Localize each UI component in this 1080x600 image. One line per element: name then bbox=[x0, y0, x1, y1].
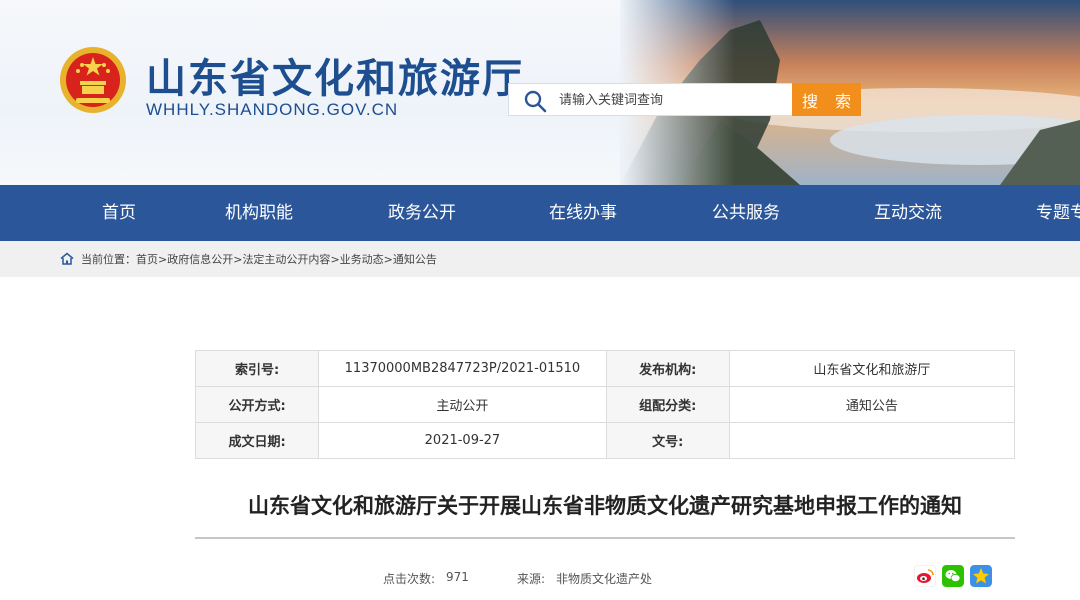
breadcrumb-link-home[interactable]: 首页 bbox=[136, 253, 158, 266]
national-emblem-icon bbox=[60, 47, 126, 113]
source-label: 来源: bbox=[517, 572, 546, 586]
article-title: 山东省文化和旅游厅关于开展山东省非物质文化遗产研究基地申报工作的通知 bbox=[248, 494, 962, 518]
breadcrumb-bar: 当前位置：首页>政府信息公开>法定主动公开内容>业务动态>通知公告 bbox=[0, 241, 1080, 277]
clicks-count: 971 bbox=[446, 570, 469, 584]
breadcrumb-link-notices[interactable]: 通知公告 bbox=[393, 253, 437, 266]
site-title: 山东省文化和旅游厅 bbox=[146, 56, 524, 102]
site-header: 山东省文化和旅游厅 WHHLY.SHANDONG.GOV.CN 搜 索 bbox=[0, 0, 1080, 185]
clicks-label: 点击次数: bbox=[383, 572, 436, 586]
search-box bbox=[508, 83, 792, 116]
doc-number-label: 文号: bbox=[605, 422, 730, 459]
nav-item-online-services[interactable]: 在线办事 bbox=[549, 185, 617, 241]
weibo-icon[interactable] bbox=[914, 565, 936, 587]
search-button[interactable]: 搜 索 bbox=[792, 83, 861, 116]
qzone-icon[interactable] bbox=[970, 565, 992, 587]
nav-item-public-services[interactable]: 公共服务 bbox=[712, 185, 780, 241]
breadcrumb-link-legal-disclosure[interactable]: 法定主动公开内容 bbox=[242, 253, 330, 266]
disclosure-method-label: 公开方式: bbox=[194, 386, 320, 423]
breadcrumb-separator: > bbox=[383, 253, 393, 266]
site-domain: WHHLY.SHANDONG.GOV.CN bbox=[146, 100, 399, 119]
nav-item-interaction[interactable]: 互动交流 bbox=[874, 185, 942, 241]
breadcrumb: 当前位置：首页>政府信息公开>法定主动公开内容>业务动态>通知公告 bbox=[81, 251, 437, 267]
nav-item-home[interactable]: 首页 bbox=[102, 185, 136, 241]
table-row: 成文日期: 2021-09-27 文号: bbox=[194, 422, 1016, 459]
document-info-table: 索引号: 11370000MB2847723P/2021-01510 发布机构:… bbox=[194, 350, 1016, 459]
publisher-label: 发布机构: bbox=[605, 350, 730, 387]
date-label: 成文日期: bbox=[194, 422, 320, 459]
breadcrumb-link-gov-info[interactable]: 政府信息公开 bbox=[167, 253, 233, 266]
search-icon[interactable] bbox=[523, 89, 547, 113]
index-number-label: 索引号: bbox=[194, 350, 320, 387]
nav-item-gov-affairs[interactable]: 政务公开 bbox=[388, 185, 456, 241]
nav-item-topics[interactable]: 专题专 bbox=[1036, 185, 1080, 241]
publisher-value: 山东省文化和旅游厅 bbox=[728, 350, 1016, 387]
breadcrumb-separator: > bbox=[158, 253, 168, 266]
category-value: 通知公告 bbox=[728, 386, 1016, 423]
search-input[interactable] bbox=[559, 88, 784, 112]
title-divider bbox=[195, 537, 1015, 539]
date-value: 2021-09-27 bbox=[318, 422, 607, 459]
table-row: 公开方式: 主动公开 组配分类: 通知公告 bbox=[194, 386, 1016, 423]
doc-number-value bbox=[728, 422, 1016, 459]
main-nav: 首页 机构职能 政务公开 在线办事 公共服务 互动交流 专题专 bbox=[0, 185, 1080, 241]
disclosure-method-value: 主动公开 bbox=[318, 386, 607, 423]
home-icon bbox=[60, 252, 74, 265]
breadcrumb-link-business-news[interactable]: 业务动态 bbox=[340, 253, 384, 266]
breadcrumb-separator: > bbox=[330, 253, 340, 266]
wechat-icon[interactable] bbox=[942, 565, 964, 587]
nav-item-functions[interactable]: 机构职能 bbox=[225, 185, 293, 241]
category-label: 组配分类: bbox=[605, 386, 730, 423]
index-number-value: 11370000MB2847723P/2021-01510 bbox=[318, 350, 607, 387]
source-value: 非物质文化遗产处 bbox=[556, 572, 653, 586]
breadcrumb-prefix: 当前位置： bbox=[81, 253, 136, 266]
table-row: 索引号: 11370000MB2847723P/2021-01510 发布机构:… bbox=[194, 350, 1016, 387]
